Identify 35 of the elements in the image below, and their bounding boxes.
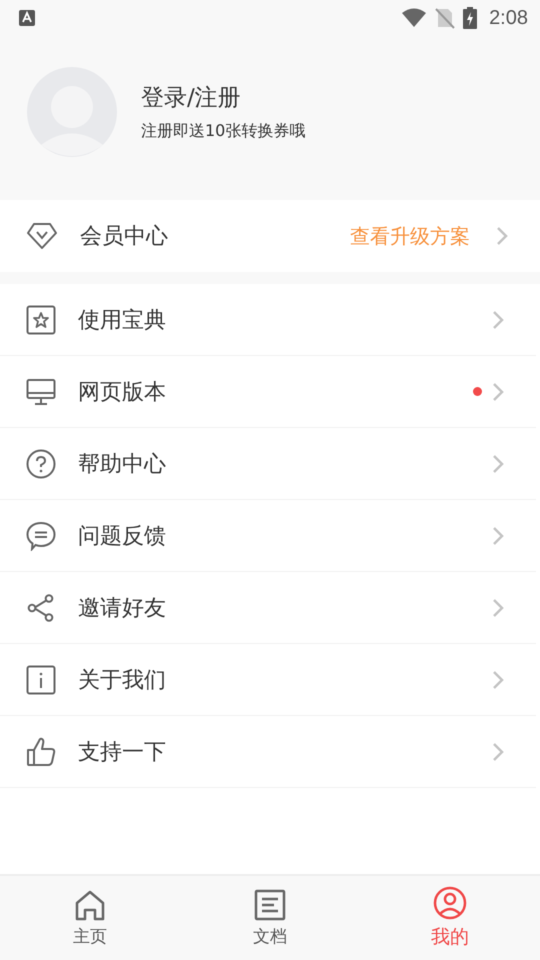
home-icon — [74, 888, 106, 920]
share-icon — [26, 592, 56, 622]
user-icon — [433, 886, 467, 920]
no-sim-icon — [435, 7, 456, 29]
membership-label: 会员中心 — [80, 223, 168, 251]
register-hint: 注册即送10张转换券哦 — [141, 121, 306, 142]
battery-icon — [463, 7, 478, 29]
nav-tab[interactable]: 主页 — [0, 876, 180, 960]
monitor-icon — [26, 376, 56, 406]
thumbs-up-icon — [26, 736, 56, 766]
menu-label: 帮助中心 — [78, 450, 166, 478]
chevron-icon — [492, 454, 504, 474]
status-time: 2:08 — [489, 6, 528, 30]
menu-label: 使用宝典 — [78, 306, 166, 334]
menu-label: 问题反馈 — [78, 522, 166, 550]
chevron-icon — [492, 310, 504, 330]
info-icon — [26, 664, 56, 694]
document-icon — [254, 888, 286, 920]
diamond-icon — [26, 222, 58, 250]
nav-tab[interactable]: 文档 — [180, 876, 360, 960]
chat-bubble-icon — [26, 520, 56, 550]
membership-item[interactable]: 会员中心 查看升级方案 — [0, 200, 540, 272]
chevron-icon — [492, 670, 504, 690]
chevron-icon — [492, 598, 504, 618]
chevron-icon — [492, 742, 504, 762]
menu-label: 邀请好友 — [78, 594, 166, 622]
menu-label: 网页版本 — [78, 378, 166, 406]
chevron-icon — [492, 382, 504, 402]
chevron-icon — [496, 226, 508, 246]
chevron-icon — [492, 526, 504, 546]
login-link[interactable]: 登录/注册 — [141, 82, 306, 113]
menu-label: 支持一下 — [78, 738, 166, 766]
wifi-icon — [401, 8, 428, 28]
menu-label: 关于我们 — [78, 666, 166, 694]
help-icon — [26, 448, 56, 478]
